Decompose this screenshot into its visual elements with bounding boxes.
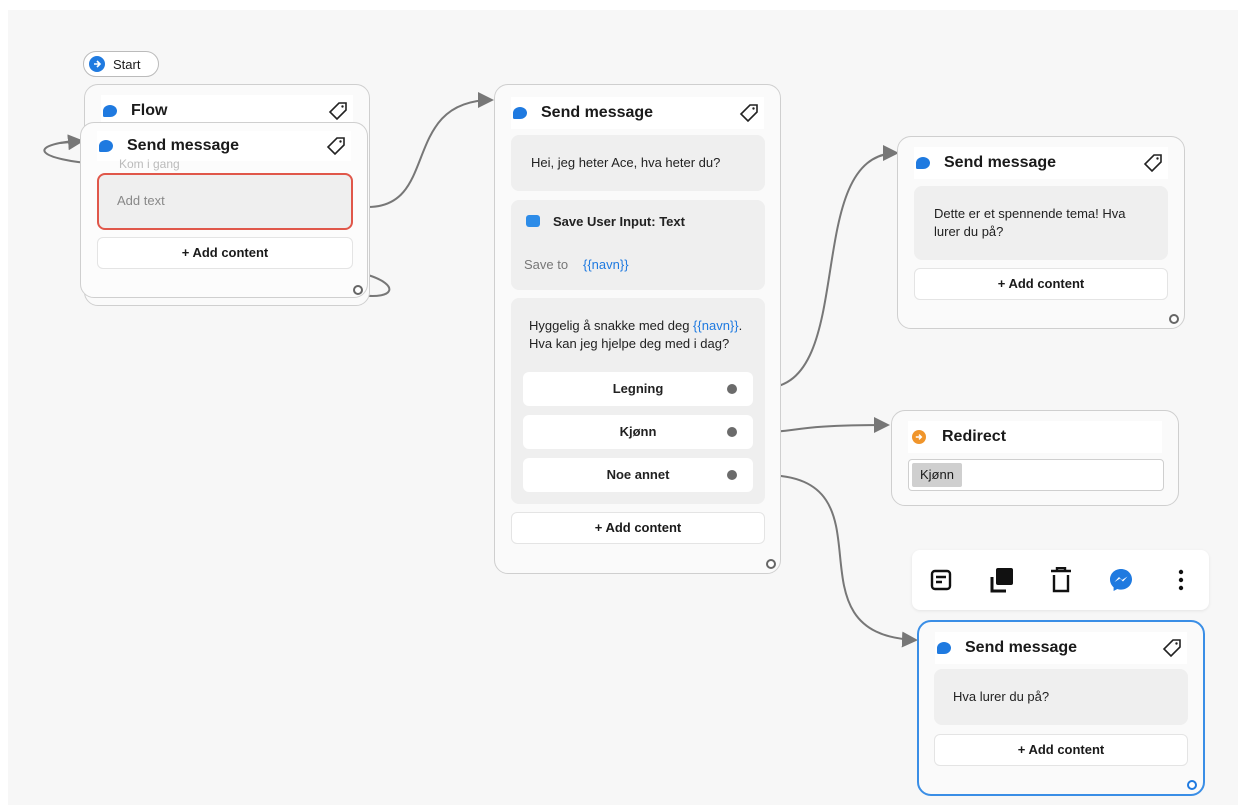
output-port[interactable]	[1169, 314, 1179, 324]
save-to-label: Save to	[524, 257, 569, 272]
redirect-icon	[912, 430, 926, 444]
note-icon[interactable]	[926, 565, 956, 595]
choice-port[interactable]	[727, 470, 737, 480]
main-title: Send message	[541, 104, 654, 121]
save-input-title: Save User Input: Text	[553, 214, 685, 229]
question-text: Hyggelig å snakke med deg {{navn}}. Hva …	[529, 318, 743, 351]
message-block[interactable]: Dette er et spennende tema! Hva lurer du…	[914, 186, 1168, 260]
redirect-node[interactable]: Redirect Kjønn	[891, 410, 1179, 506]
main-send-message-node[interactable]: Send message Hei, jeg heter Ace, hva het…	[494, 84, 781, 574]
output-port[interactable]	[1187, 780, 1197, 790]
tag-icon[interactable]	[1142, 152, 1164, 174]
tag-icon[interactable]	[738, 102, 760, 124]
bottom-send-message-node[interactable]: Send message Hva lurer du på? + Add cont…	[917, 620, 1205, 796]
add-content-button[interactable]: + Add content	[934, 734, 1188, 766]
tag-icon[interactable]	[325, 135, 347, 157]
input-placeholder: Add text	[117, 193, 165, 208]
choice-noe-annet[interactable]: Noe annet	[523, 458, 753, 492]
message-bubble-icon	[513, 107, 527, 119]
message-block[interactable]: Hva lurer du på?	[934, 669, 1188, 725]
choice-kjonn[interactable]: Kjønn	[523, 415, 753, 449]
message-bubble-icon	[916, 157, 930, 169]
duplicate-icon[interactable]	[986, 565, 1016, 595]
right-send-message-node[interactable]: Send message Dette er et spennende tema!…	[897, 136, 1185, 329]
delete-icon[interactable]	[1046, 565, 1076, 595]
choice-port[interactable]	[727, 384, 737, 394]
main-header[interactable]: Send message	[511, 97, 764, 129]
flow-inner-send-message[interactable]: Send message Kom i gang Add text + Add c…	[80, 122, 368, 298]
message-text-input[interactable]: Add text	[97, 173, 353, 230]
message-bubble-icon	[99, 140, 113, 152]
redirect-header[interactable]: Redirect	[908, 421, 1162, 453]
redirect-title: Redirect	[942, 428, 1007, 445]
choice-port[interactable]	[727, 427, 737, 437]
inner-title: Send message	[127, 137, 240, 154]
start-arrow-icon	[89, 56, 105, 72]
right-header[interactable]: Send message	[914, 147, 1168, 179]
messenger-icon[interactable]	[1106, 565, 1136, 595]
message-block[interactable]: Hei, jeg heter Ace, hva heter du?	[511, 135, 765, 191]
more-icon[interactable]	[1166, 565, 1196, 595]
start-label: Start	[113, 56, 141, 72]
add-content-button[interactable]: + Add content	[914, 268, 1168, 300]
save-to-variable: {{navn}}	[583, 257, 629, 272]
redirect-target-chip: Kjønn	[912, 463, 962, 487]
bottom-title: Send message	[965, 639, 1078, 656]
node-toolbar	[912, 550, 1209, 610]
add-content-button[interactable]: + Add content	[511, 512, 765, 544]
message-bubble-icon	[937, 642, 951, 654]
start-node[interactable]: Start	[83, 51, 159, 77]
ghost-text: Kom i gang	[119, 157, 180, 171]
output-port[interactable]	[353, 285, 363, 295]
redirect-target-field[interactable]: Kjønn	[908, 459, 1164, 491]
flow-node-title: Flow	[131, 102, 168, 119]
save-user-input-block[interactable]: Save User Input: Text Save to {{navn}}	[511, 200, 765, 290]
message-bubble-icon	[103, 105, 117, 117]
right-title: Send message	[944, 154, 1057, 171]
save-input-icon	[526, 215, 540, 227]
tag-icon[interactable]	[1161, 637, 1183, 659]
choice-block[interactable]: Hyggelig å snakke med deg {{navn}}. Hva …	[511, 298, 765, 504]
tag-icon[interactable]	[327, 100, 349, 122]
output-port[interactable]	[766, 559, 776, 569]
add-content-button[interactable]: + Add content	[97, 237, 353, 269]
choice-legning[interactable]: Legning	[523, 372, 753, 406]
bottom-header[interactable]: Send message	[935, 632, 1187, 664]
